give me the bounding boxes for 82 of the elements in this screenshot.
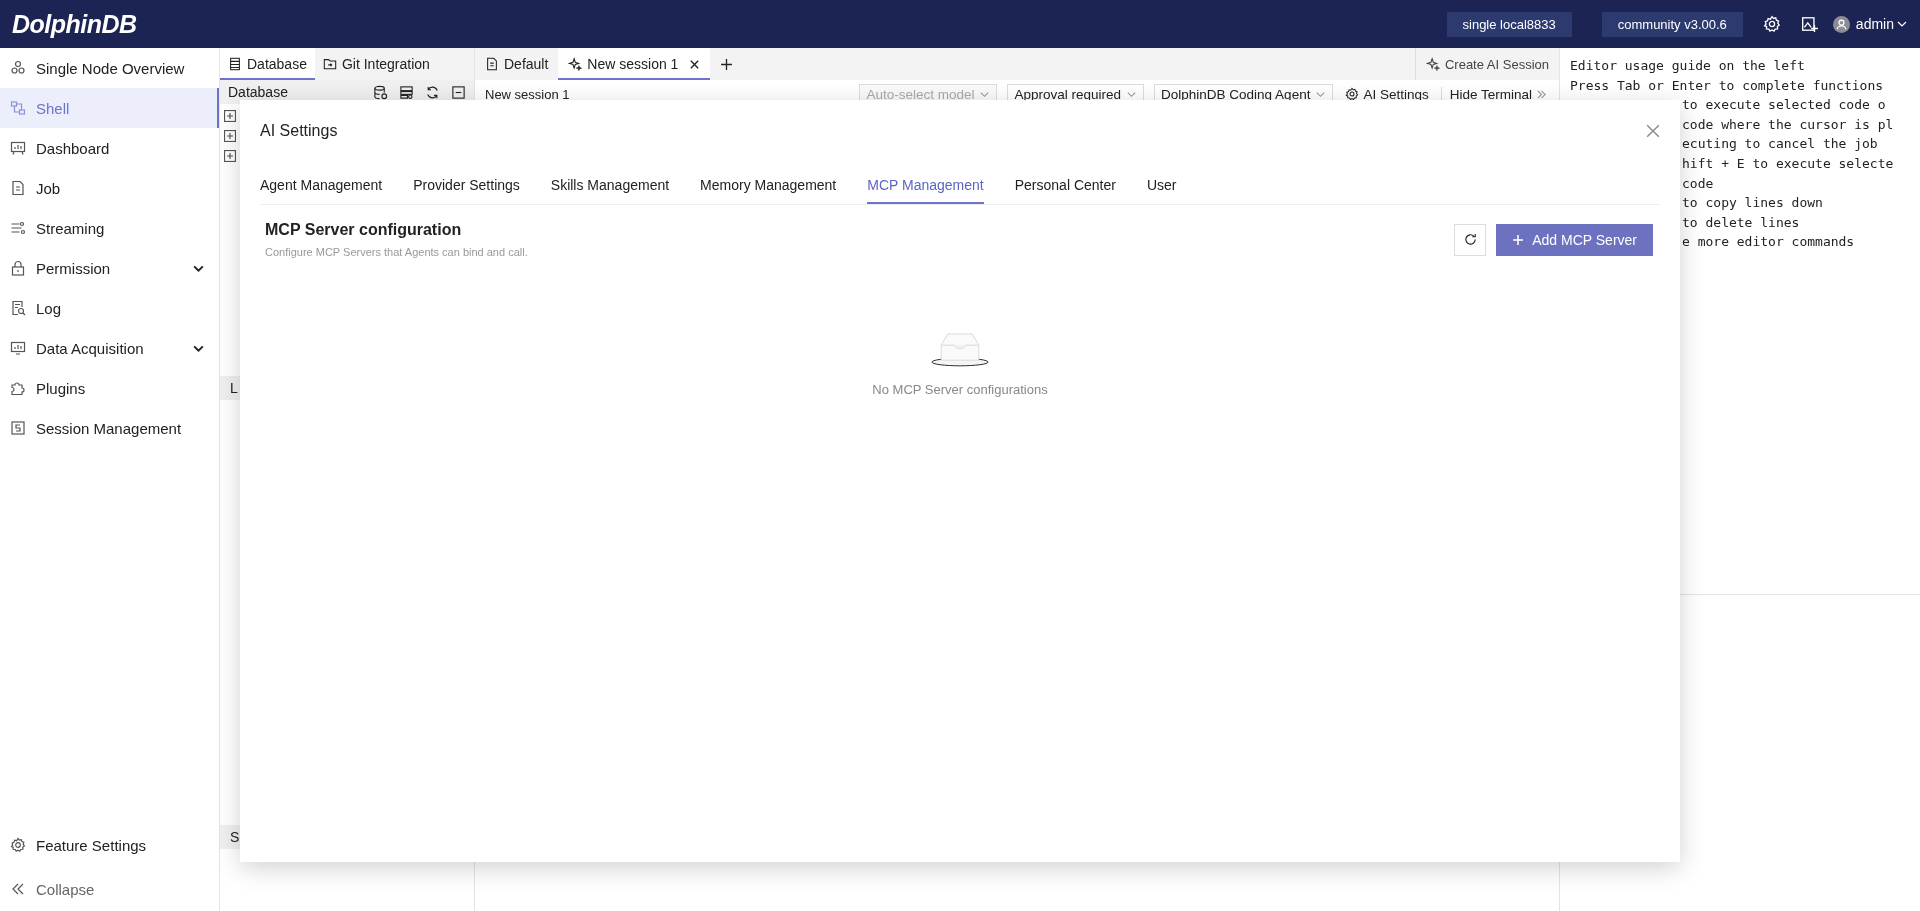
terminal-line: Press Tab or Enter to complete functions: [1570, 76, 1884, 95]
sparkle-icon: [1425, 57, 1440, 71]
nodes-icon: [10, 60, 26, 76]
gear-icon: [1345, 87, 1360, 101]
collapse-all-icon[interactable]: [451, 84, 466, 100]
image-plus-icon[interactable]: [1800, 15, 1819, 33]
terminal-line: code: [1682, 174, 1714, 193]
sidebar-item[interactable]: Log: [0, 288, 219, 328]
terminal-line: to delete lines: [1682, 213, 1800, 232]
sidebar-item[interactable]: Plugins: [0, 368, 219, 408]
puzzle-icon: [10, 380, 26, 396]
sidebar-item[interactable]: Single Node Overview: [0, 48, 219, 88]
panel-title: S: [230, 829, 240, 845]
session-title: New session 1: [485, 86, 570, 102]
database-add-icon[interactable]: [373, 84, 388, 100]
terminal-line: e more editor commands: [1682, 233, 1855, 252]
terminal-line: to execute selected code o: [1682, 96, 1886, 115]
sidebar-item[interactable]: Job: [0, 168, 219, 208]
sparkle-icon: [568, 57, 583, 71]
document-icon: [485, 57, 499, 71]
avatar-icon[interactable]: [1832, 15, 1850, 33]
server-icon[interactable]: [399, 84, 414, 100]
sidebar-item[interactable]: Permission: [0, 248, 219, 288]
settings-tab[interactable]: Skills Management: [550, 177, 670, 204]
panel-tab[interactable]: Database: [220, 48, 315, 80]
settings-tab[interactable]: User: [1146, 177, 1177, 204]
server-badge: community v3.00.6: [1601, 11, 1743, 37]
log-search-icon: [10, 300, 26, 316]
sidebar-item[interactable]: Dashboard: [0, 128, 219, 168]
double-chevron-icon: [10, 881, 26, 897]
close-icon[interactable]: [689, 58, 701, 70]
monitor-chart-icon: [10, 340, 26, 356]
expand-icon[interactable]: [224, 130, 236, 142]
sidebar-item[interactable]: Feature Settings: [0, 823, 219, 867]
sidebar-item[interactable]: Streaming: [0, 208, 219, 248]
expand-icon[interactable]: [224, 150, 236, 162]
session-icon: [10, 420, 26, 436]
lock-icon: [10, 260, 26, 276]
add-server-button[interactable]: Add MCP Server: [1496, 223, 1653, 256]
section-title: MCP Server configuration: [265, 221, 463, 239]
sidebar-item[interactable]: Data Acquisition: [0, 328, 219, 368]
expand-icon[interactable]: [224, 110, 236, 122]
settings-tab[interactable]: Personal Center: [1014, 177, 1116, 204]
settings-tab[interactable]: Agent Management: [260, 177, 383, 204]
gear-icon: [10, 837, 26, 853]
ai-settings-button[interactable]: AI Settings: [1343, 86, 1431, 102]
sidebar-item[interactable]: Collapse: [0, 867, 219, 911]
terminal-line: hift + E to execute selecte: [1682, 154, 1894, 173]
terminal-line: to copy lines down: [1682, 194, 1823, 213]
flow-icon: [10, 100, 26, 116]
editor-tab[interactable]: New session 1: [558, 48, 711, 80]
refresh-icon: [1462, 232, 1478, 247]
empty-message: No MCP Server configurations: [872, 382, 1048, 397]
logo[interactable]: DolphinDB: [12, 9, 137, 39]
double-chevron-icon: [1536, 88, 1547, 100]
refresh-button[interactable]: [1454, 223, 1487, 256]
settings-tab[interactable]: MCP Management: [867, 177, 984, 204]
editor-tab[interactable]: Default: [475, 48, 559, 80]
terminal-line: Editor usage guide on the left: [1570, 57, 1805, 75]
settings-icon[interactable]: [1762, 15, 1781, 33]
add-tab-icon[interactable]: [720, 57, 734, 71]
user-name[interactable]: admin: [1855, 16, 1894, 32]
create-session-button[interactable]: Create AI Session: [1414, 48, 1559, 80]
sidebar-item[interactable]: Session Management: [0, 408, 219, 448]
plus-icon: [1512, 233, 1525, 246]
panel-title: Database: [228, 84, 288, 100]
folder-icon: [322, 57, 337, 71]
terminal-line: code where the cursor is pl: [1682, 115, 1894, 134]
settings-tab[interactable]: Provider Settings: [413, 177, 520, 204]
list-icon: [228, 57, 242, 71]
chart-board-icon: [10, 140, 26, 156]
sidebar-item[interactable]: Shell: [0, 88, 219, 128]
stream-icon: [10, 220, 26, 236]
panel-title: L: [230, 380, 238, 396]
panel-tab[interactable]: Git Integration: [314, 48, 438, 80]
document-icon: [10, 180, 26, 196]
section-description: Configure MCP Servers that Agents can bind and call.: [265, 246, 528, 258]
settings-tab[interactable]: Memory Management: [700, 177, 837, 204]
refresh-icon[interactable]: [425, 84, 440, 100]
dialog-title: AI Settings: [260, 122, 338, 140]
server-badge: single local8833: [1446, 11, 1572, 37]
terminal-line: ecuting to cancel the job: [1682, 135, 1878, 154]
